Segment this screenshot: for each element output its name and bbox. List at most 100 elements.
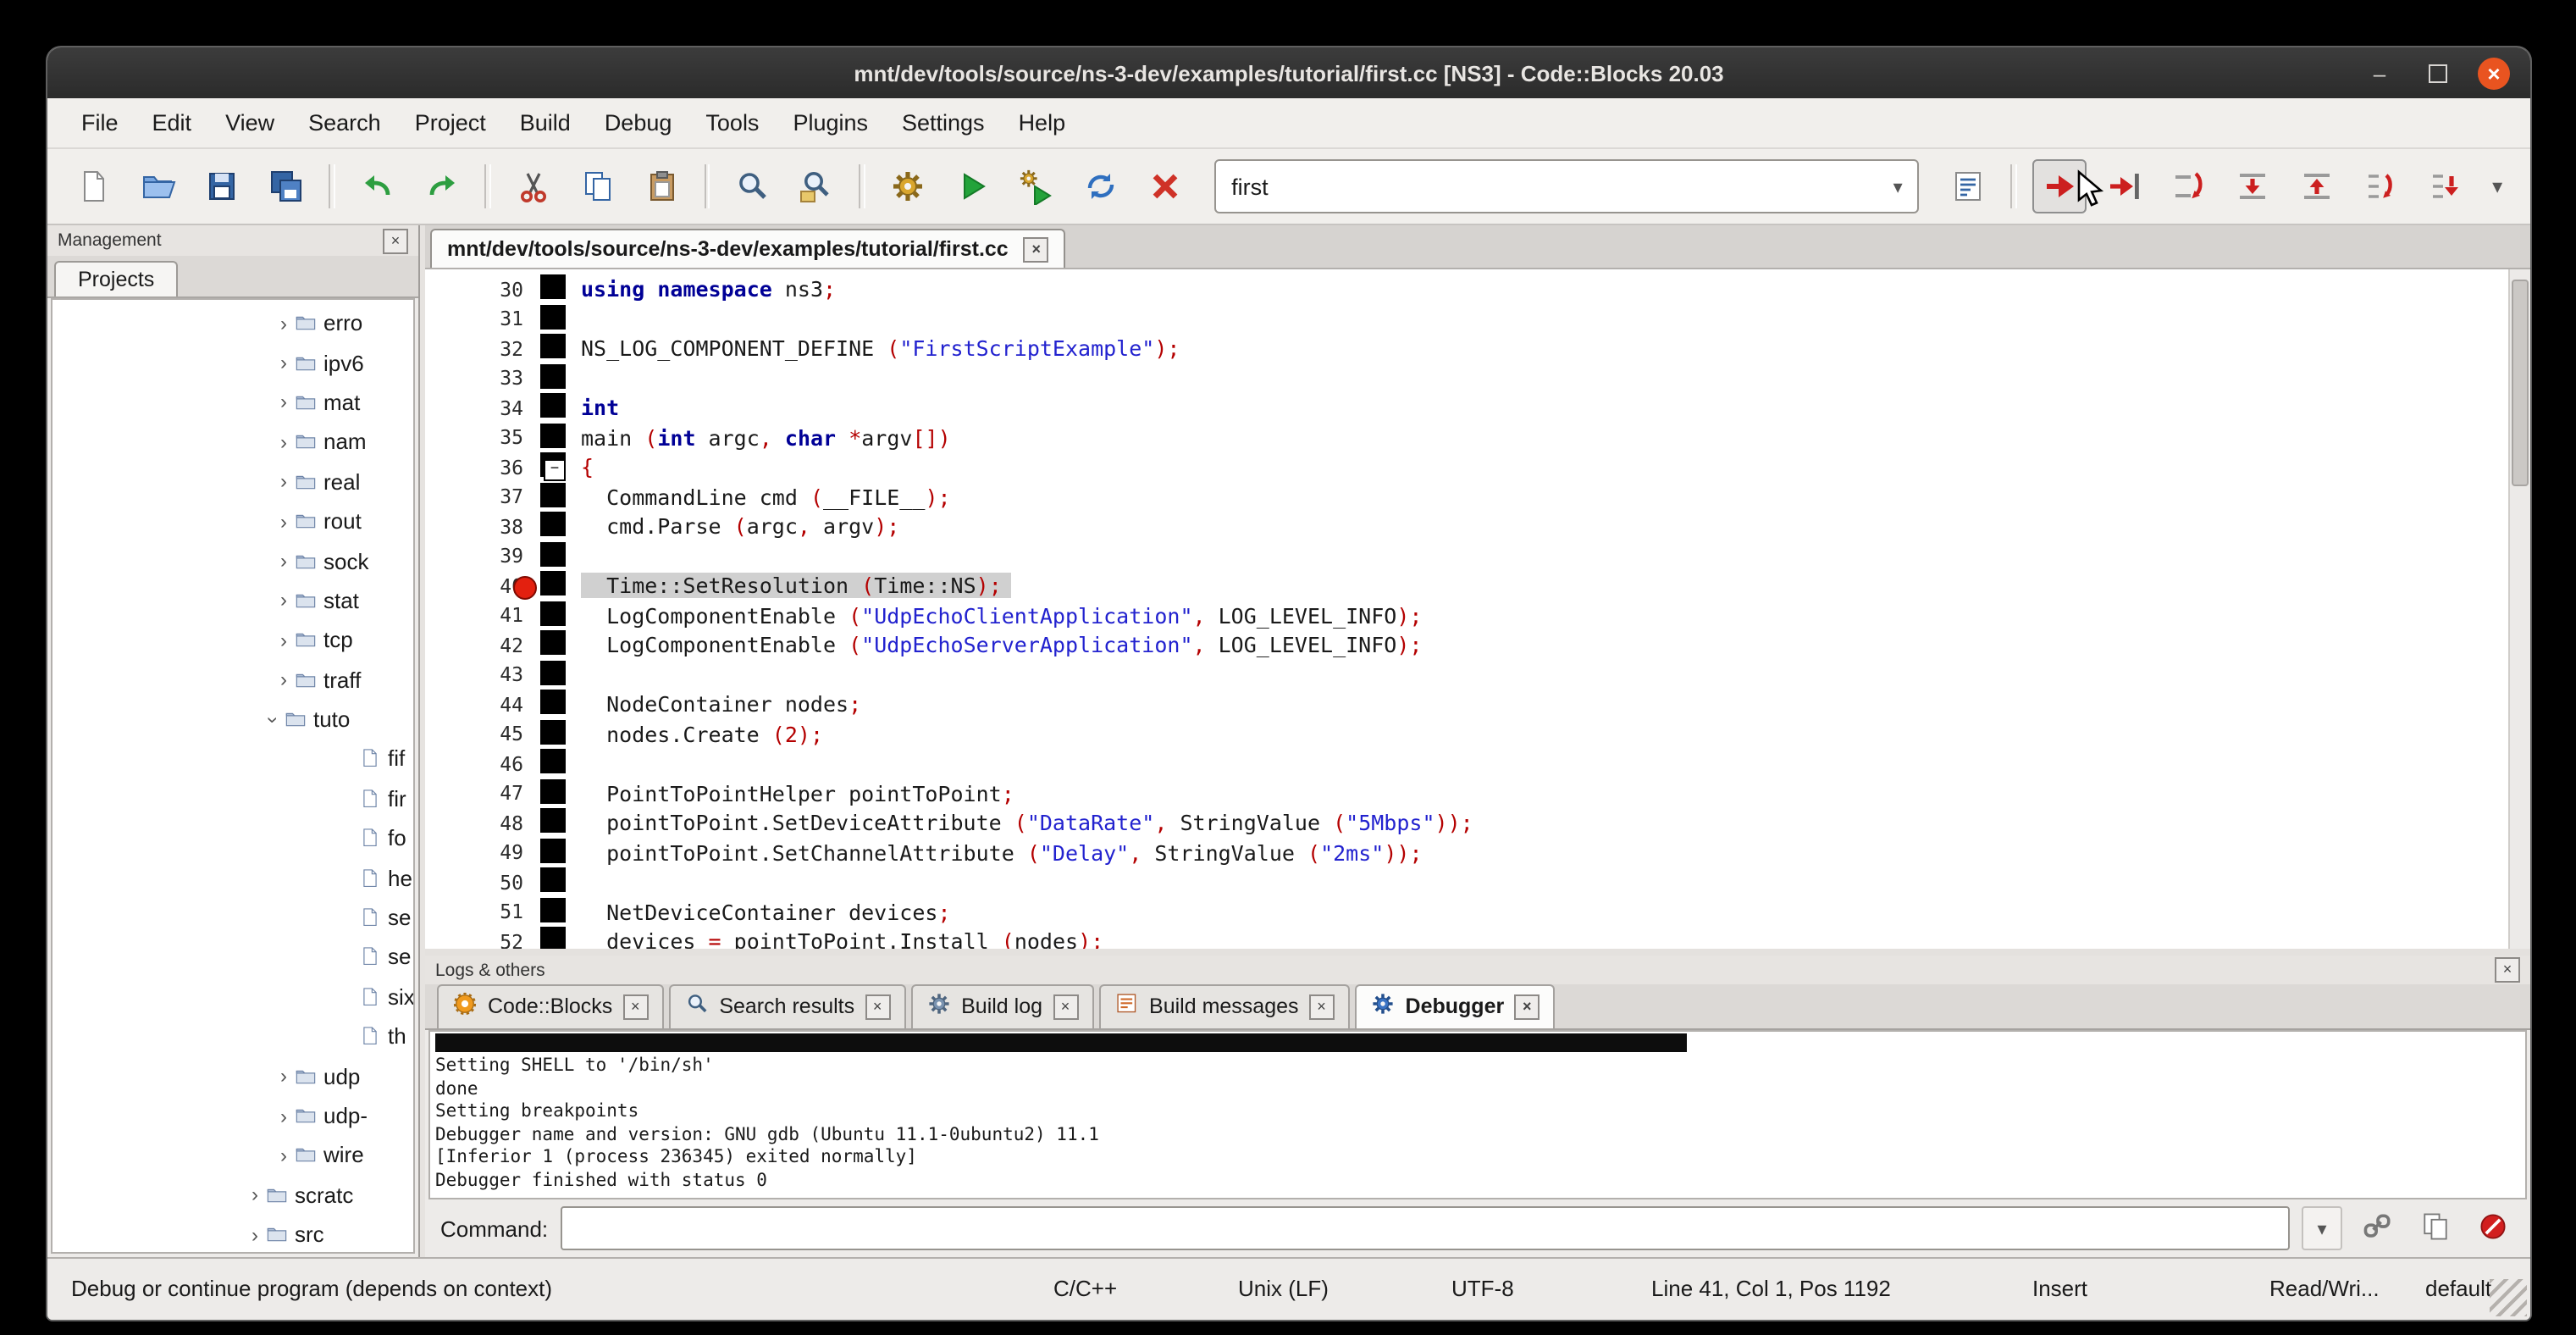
tree-item-udp[interactable]: ›udp — [53, 1056, 413, 1096]
code-line-49[interactable]: 49 pointToPoint.SetChannelAttribute ("De… — [425, 838, 2530, 867]
code-line-41[interactable]: 41 LogComponentEnable ("UdpEchoClientApp… — [425, 601, 2530, 630]
fold-margin[interactable] — [540, 897, 566, 927]
line-number[interactable]: 38 — [425, 515, 540, 539]
tab-close-icon[interactable]: × — [865, 994, 890, 1019]
fold-margin[interactable]: − — [540, 452, 566, 482]
editor-tab-close-icon[interactable]: × — [1024, 236, 1049, 262]
tree-item-se[interactable]: se — [53, 898, 413, 938]
tree-item-tuto[interactable]: ›tuto — [53, 700, 413, 740]
cut-button[interactable] — [506, 159, 560, 213]
line-number[interactable]: 31 — [425, 307, 540, 331]
menu-view[interactable]: View — [208, 103, 291, 142]
tree-item-tcp[interactable]: ›tcp — [53, 620, 413, 660]
fold-margin[interactable] — [540, 838, 566, 867]
code-line-32[interactable]: 32NS_LOG_COMPONENT_DEFINE ("FirstScriptE… — [425, 334, 2530, 363]
title-bar[interactable]: mnt/dev/tools/source/ns-3-dev/examples/t… — [47, 47, 2530, 98]
fold-margin[interactable] — [540, 778, 566, 808]
line-number[interactable]: 45 — [425, 723, 540, 746]
redo-button[interactable] — [415, 159, 469, 213]
fold-margin[interactable] — [540, 393, 566, 423]
paste-button[interactable] — [634, 159, 688, 213]
logs-tab-build-log[interactable]: Build log× — [910, 984, 1093, 1028]
copy-log-button[interactable] — [2412, 1205, 2457, 1251]
line-number[interactable]: 50 — [425, 871, 540, 895]
code-line-46[interactable]: 46 — [425, 749, 2530, 778]
tree-item-real[interactable]: ›real — [53, 462, 413, 501]
tab-close-icon[interactable]: × — [622, 994, 648, 1019]
line-number[interactable]: 52 — [425, 930, 540, 950]
tab-close-icon[interactable]: × — [1053, 994, 1078, 1019]
fold-margin[interactable] — [540, 630, 566, 660]
tree-item-ipv6[interactable]: ›ipv6 — [53, 343, 413, 383]
fold-margin[interactable] — [540, 423, 566, 452]
line-number[interactable]: 33 — [425, 367, 540, 391]
code-line-51[interactable]: 51 NetDeviceContainer devices; — [425, 897, 2530, 927]
line-number[interactable]: 36 — [425, 456, 540, 479]
open-file-button[interactable] — [130, 159, 185, 213]
find-button[interactable] — [726, 159, 780, 213]
tree-item-six[interactable]: six — [53, 977, 413, 1016]
build-target-options-button[interactable] — [1942, 159, 1996, 213]
tree-item-traff[interactable]: ›traff — [53, 660, 413, 700]
menu-file[interactable]: File — [64, 103, 135, 142]
menu-edit[interactable]: Edit — [135, 103, 209, 142]
menu-settings[interactable]: Settings — [885, 103, 1002, 142]
fold-margin[interactable] — [540, 571, 566, 601]
line-number[interactable]: 35 — [425, 426, 540, 450]
tab-projects[interactable]: Projects — [54, 261, 178, 296]
menu-debug[interactable]: Debug — [588, 103, 689, 142]
logs-tab-code-blocks[interactable]: Code::Blocks× — [437, 984, 663, 1028]
line-number[interactable]: 51 — [425, 900, 540, 924]
line-number[interactable]: 30 — [425, 278, 540, 302]
tree-item-fir[interactable]: fir — [53, 778, 413, 818]
build-and-run-button[interactable] — [1009, 159, 1064, 213]
build-button[interactable] — [881, 159, 935, 213]
line-number[interactable]: 46 — [425, 752, 540, 776]
code-line-37[interactable]: 37 CommandLine cmd (__FILE__); — [425, 482, 2530, 512]
tree-expander-icon[interactable]: › — [273, 470, 295, 494]
tree-expander-icon[interactable]: › — [273, 589, 295, 612]
code-line-47[interactable]: 47 PointToPointHelper pointToPoint; — [425, 778, 2530, 808]
fold-margin[interactable] — [540, 512, 566, 541]
tree-item-rout[interactable]: ›rout — [53, 501, 413, 541]
management-close-icon[interactable]: × — [383, 228, 408, 253]
code-line-30[interactable]: 30using namespace ns3; — [425, 274, 2530, 304]
link-button[interactable] — [2354, 1205, 2400, 1251]
build-target-combo[interactable]: first▾ — [1214, 159, 1920, 213]
code-editor[interactable]: 30using namespace ns3; 31 32NS_LOG_COMPONE… — [425, 269, 2530, 949]
copy-button[interactable] — [570, 159, 624, 213]
line-number[interactable]: 32 — [425, 337, 540, 361]
tree-item-erro[interactable]: ›erro — [53, 303, 413, 343]
fold-margin[interactable] — [540, 867, 566, 897]
save-file-button[interactable] — [195, 159, 249, 213]
run-button[interactable] — [945, 159, 999, 213]
line-number[interactable]: 34 — [425, 396, 540, 420]
next-line-button[interactable] — [2161, 159, 2215, 213]
fold-margin[interactable] — [540, 363, 566, 393]
breakpoint-icon[interactable] — [513, 575, 537, 599]
code-line-35[interactable]: 35main (int argc, char *argv[]) — [425, 423, 2530, 452]
tree-expander-icon[interactable]: › — [273, 629, 295, 652]
chevron-down-icon[interactable]: ▾ — [1893, 175, 1903, 197]
tree-expander-icon[interactable]: › — [273, 668, 295, 691]
tree-expander-icon[interactable]: › — [273, 1104, 295, 1127]
fold-margin[interactable] — [540, 690, 566, 719]
fold-margin[interactable] — [540, 601, 566, 630]
abort-build-button[interactable] — [1138, 159, 1192, 213]
logs-close-icon[interactable]: × — [2495, 957, 2520, 983]
line-number[interactable]: 41 — [425, 604, 540, 628]
tree-item-fif[interactable]: fif — [53, 740, 413, 779]
code-line-33[interactable]: 33 — [425, 363, 2530, 393]
next-instruction-button[interactable] — [2354, 159, 2408, 213]
resize-grip[interactable] — [2490, 1279, 2527, 1316]
tree-item-se[interactable]: se — [53, 938, 413, 978]
line-number[interactable]: 42 — [425, 634, 540, 657]
code-line-34[interactable]: 34int — [425, 393, 2530, 423]
code-line-52[interactable]: 52 devices = pointToPoint.Install (nodes… — [425, 927, 2530, 949]
maximize-button[interactable] — [2420, 56, 2454, 90]
step-into-instruction-button[interactable] — [2418, 159, 2473, 213]
stop-debugger-button[interactable] — [2469, 1205, 2515, 1251]
tree-expander-icon[interactable]: › — [273, 1144, 295, 1167]
menu-build[interactable]: Build — [503, 103, 588, 142]
code-line-43[interactable]: 43 — [425, 660, 2530, 690]
